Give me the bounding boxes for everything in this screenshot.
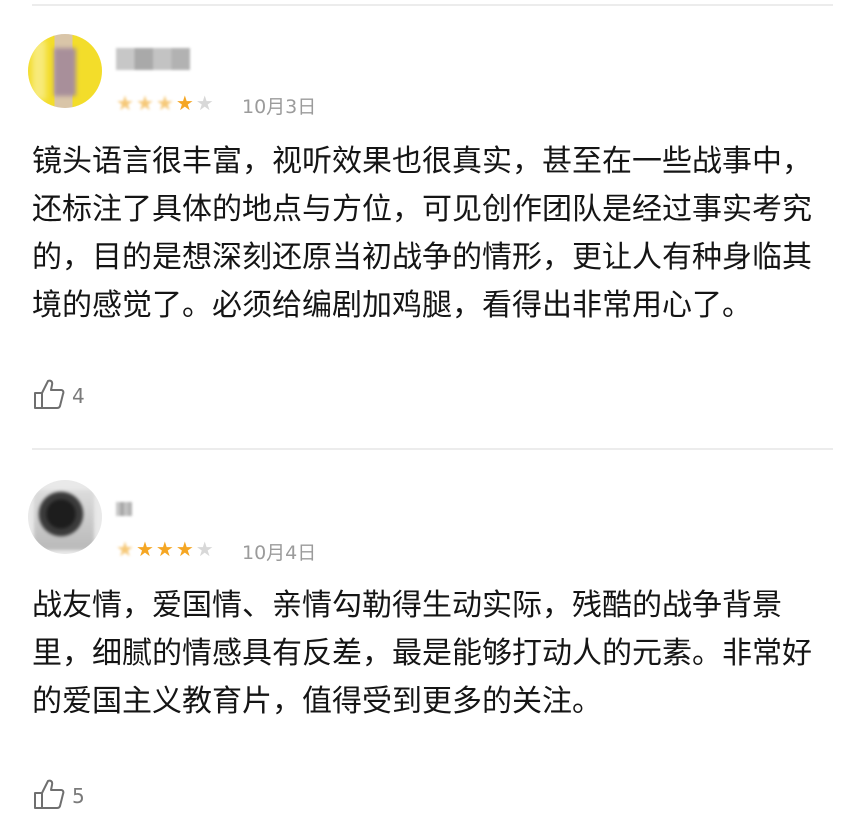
thumbs-up-icon: [32, 777, 66, 815]
review-text: 镜头语言很丰富，视听效果也很真实，甚至在一些战事中，还标注了具体的地点与方位，可…: [32, 144, 812, 323]
star-rating: ★ ★ ★ ★ ★: [116, 538, 214, 560]
username-blurred[interactable]: [116, 502, 132, 516]
star-empty-icon: ★: [195, 537, 214, 561]
star-empty-icon: ★: [195, 91, 214, 115]
review-date: 10月4日: [242, 542, 317, 564]
star-icon: ★: [116, 91, 134, 115]
star-rating: ★ ★ ★ ★ ★: [116, 92, 214, 114]
thumbs-up-icon: [32, 377, 66, 415]
avatar[interactable]: [28, 480, 102, 554]
star-icon: ★: [155, 91, 174, 115]
star-icon: ★: [175, 91, 194, 115]
star-icon: ★: [135, 537, 154, 561]
avatar[interactable]: [28, 34, 102, 108]
username-blurred[interactable]: [116, 48, 190, 70]
like-button[interactable]: 4: [32, 377, 85, 415]
review-card: ★ ★ ★ ★ ★ 10月3日 镜头语言很丰富，视听效果也很真实，甚至在一些战事…: [0, 0, 865, 440]
star-icon: ★: [175, 537, 194, 561]
review-text: 战友情，爱国情、亲情勾勒得生动实际，残酷的战争背景里，细腻的情感具有反差，最是能…: [32, 588, 812, 719]
like-button[interactable]: 5: [32, 777, 85, 815]
like-count: 4: [72, 384, 85, 408]
star-icon: ★: [155, 537, 174, 561]
star-icon: ★: [116, 537, 134, 561]
review-date: 10月3日: [242, 96, 317, 118]
star-icon: ★: [135, 91, 154, 115]
like-count: 5: [72, 784, 85, 808]
review-card: ★ ★ ★ ★ ★ 10月4日 战友情，爱国情、亲情勾勒得生动实际，残酷的战争背…: [0, 450, 865, 820]
